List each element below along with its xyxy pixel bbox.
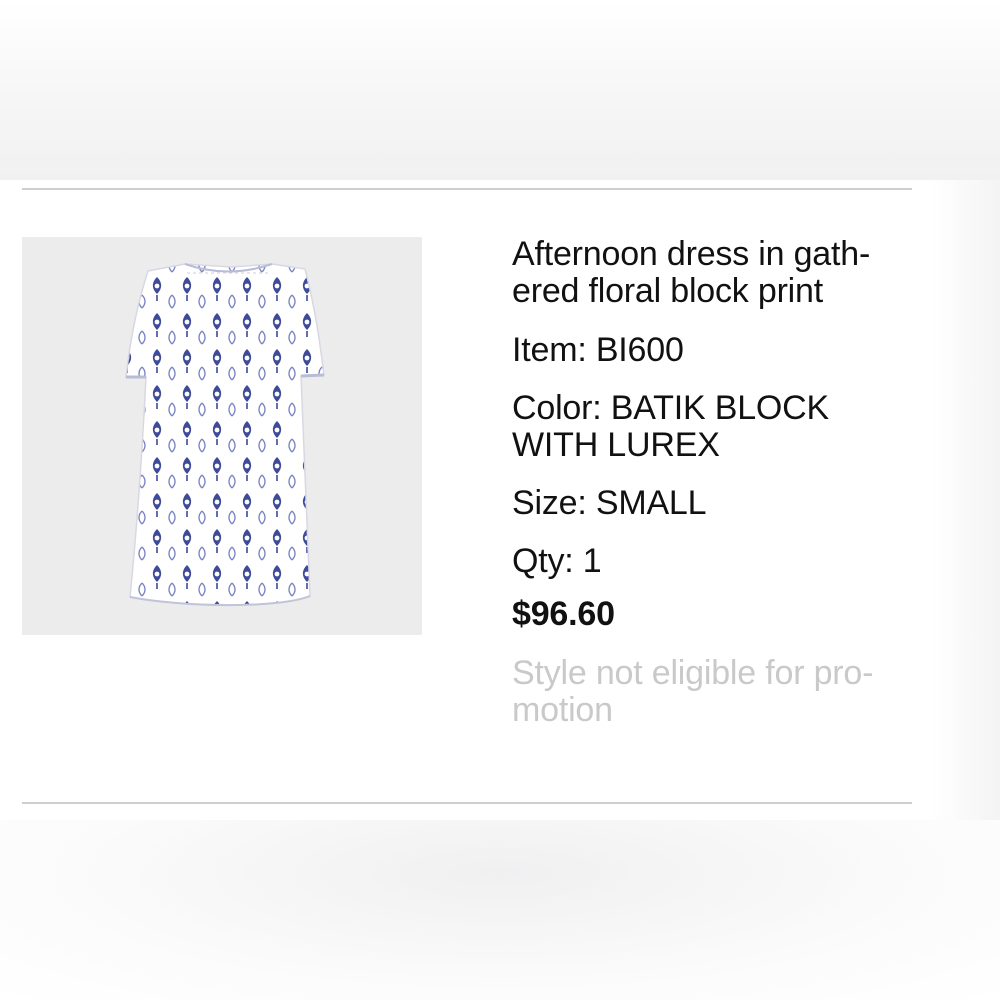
item-price: $96.60 — [512, 595, 615, 633]
blurred-background-right — [930, 180, 1000, 820]
promo-note-line-2: motion — [512, 691, 613, 729]
size-label: Size: — [512, 484, 587, 522]
item-label: Item: — [512, 331, 587, 369]
color-label: Color: — [512, 389, 602, 427]
order-item-card: Afternoon dress in gath- ered floral blo… — [0, 180, 930, 820]
product-name[interactable]: Afternoon dress in gath- ered floral blo… — [512, 236, 917, 310]
item-details: Afternoon dress in gath- ered floral blo… — [512, 236, 917, 729]
size-value: SMALL — [595, 484, 707, 522]
product-image[interactable] — [22, 237, 422, 635]
dress-shape — [125, 263, 325, 606]
item-quantity: Qty: 1 — [512, 543, 917, 580]
item-number: Item: BI600 — [512, 332, 917, 369]
item-number-value: BI600 — [595, 331, 684, 369]
product-name-line-1: Afternoon dress in gath- — [512, 235, 871, 273]
qty-label: Qty: — [512, 542, 574, 580]
color-value-line-2: WITH LUREX — [512, 426, 720, 464]
blurred-background-bottom — [0, 820, 1000, 1000]
dress-illustration — [22, 237, 422, 635]
promo-note-line-1: Style not eligible for pro- — [512, 654, 874, 692]
top-divider — [22, 188, 912, 190]
bottom-divider — [22, 802, 912, 804]
item-color: Color: BATIK BLOCK WITH LUREX — [512, 390, 917, 464]
item-size: Size: SMALL — [512, 485, 917, 522]
blurred-background-top — [0, 0, 1000, 180]
product-name-line-2: ered floral block print — [512, 272, 823, 310]
qty-value: 1 — [582, 542, 602, 580]
color-value-line-1: BATIK BLOCK — [610, 389, 829, 427]
promotion-eligibility-note: Style not eligible for pro- motion — [512, 655, 917, 729]
